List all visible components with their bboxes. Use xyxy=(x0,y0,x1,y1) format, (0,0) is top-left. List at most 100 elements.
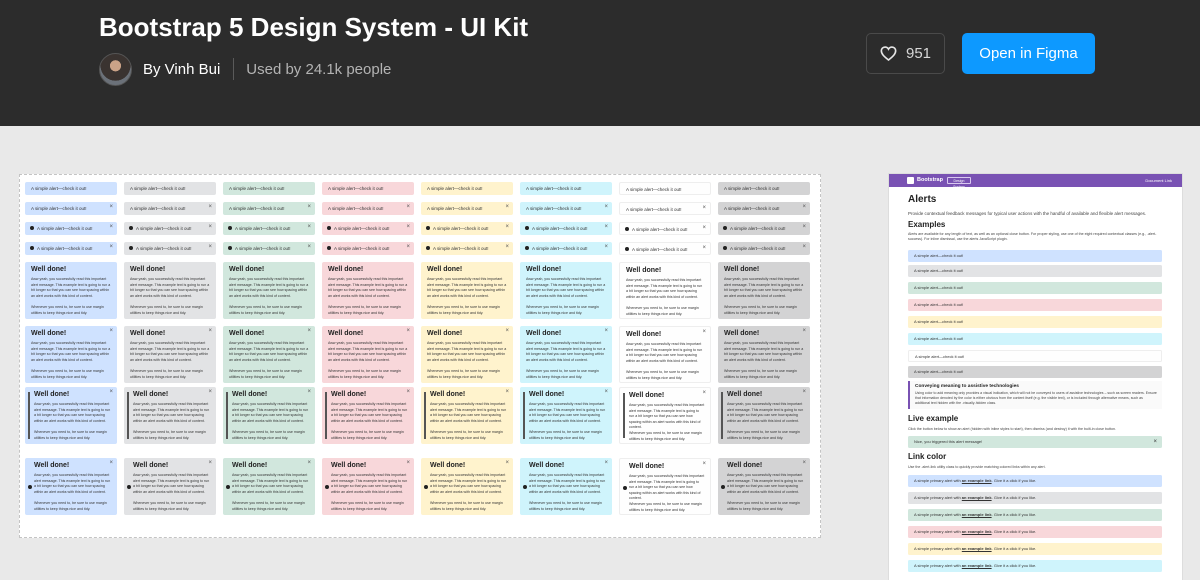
alert-well-done[interactable]: Well done! Aww yeah, you successfully rea… xyxy=(25,387,117,444)
alert-simple[interactable]: A simple alert—check it out! × xyxy=(25,242,117,255)
close-icon[interactable]: × xyxy=(208,224,212,230)
close-icon[interactable]: × xyxy=(505,389,509,395)
alert-link[interactable]: an example link xyxy=(962,546,992,551)
close-icon[interactable]: × xyxy=(505,328,509,334)
close-icon[interactable]: × xyxy=(604,328,608,334)
close-icon[interactable]: × xyxy=(604,204,608,210)
close-icon[interactable]: × xyxy=(208,204,212,210)
close-icon[interactable]: × xyxy=(208,328,212,334)
alert-well-done[interactable]: Well done! Aww yeah, you successfully rea… xyxy=(718,458,810,515)
close-icon[interactable]: × xyxy=(109,389,113,395)
close-icon[interactable]: × xyxy=(604,389,608,395)
alert-well-done[interactable]: Well done! Aww yeah, you successfully rea… xyxy=(124,262,216,319)
close-icon[interactable]: × xyxy=(307,460,311,466)
alert-well-done[interactable]: Well done! Aww yeah, you successfully rea… xyxy=(421,458,513,515)
alert-simple[interactable]: A simple alert—check it out! × xyxy=(520,202,612,215)
close-icon[interactable]: × xyxy=(802,244,806,250)
close-icon[interactable]: × xyxy=(307,389,311,395)
close-icon[interactable]: × xyxy=(208,389,212,395)
close-icon[interactable]: × xyxy=(505,244,509,250)
like-button[interactable]: 951 xyxy=(866,33,945,74)
close-icon[interactable]: × xyxy=(109,460,113,466)
alert-well-done[interactable]: Well done! Aww yeah, you successfully rea… xyxy=(718,326,810,383)
close-icon[interactable]: × xyxy=(702,329,706,335)
avatar[interactable] xyxy=(99,52,132,86)
alert-well-done[interactable]: Well done! Aww yeah, you successfully rea… xyxy=(520,458,612,515)
close-icon[interactable]: × xyxy=(702,390,706,396)
close-icon[interactable]: × xyxy=(307,328,311,334)
alert-simple[interactable]: A simple alert—check it out! × xyxy=(322,222,414,235)
close-icon[interactable]: × xyxy=(109,204,113,210)
alert-simple[interactable]: A simple alert—check it out! × xyxy=(718,242,810,255)
alert-well-done[interactable]: Well done! Aww yeah, you successfully rea… xyxy=(25,262,117,319)
alert-well-done[interactable]: Well done! Aww yeah, you successfully rea… xyxy=(322,458,414,515)
alert-link[interactable]: an example link xyxy=(962,529,992,534)
close-icon[interactable]: × xyxy=(109,224,113,230)
close-icon[interactable]: × xyxy=(406,328,410,334)
documentation-preview[interactable]: Bootstrap Design System Document Link Al… xyxy=(889,174,1182,580)
alert-link[interactable]: an example link xyxy=(962,478,992,483)
alert-simple[interactable]: A simple alert—check it out! × xyxy=(421,222,513,235)
alert-simple[interactable]: A simple alert—check it out! xyxy=(520,182,612,195)
close-icon[interactable]: × xyxy=(604,224,608,230)
close-icon[interactable]: × xyxy=(702,205,706,211)
alert-well-done[interactable]: Well done! Aww yeah, you successfully rea… xyxy=(718,262,810,319)
alert-well-done[interactable]: Well done! Aww yeah, you successfully rea… xyxy=(223,326,315,383)
close-icon[interactable]: × xyxy=(702,225,706,231)
alert-well-done[interactable]: Well done! Aww yeah, you successfully rea… xyxy=(520,262,612,319)
close-icon[interactable]: × xyxy=(208,244,212,250)
close-icon[interactable]: × xyxy=(802,389,806,395)
alert-well-done[interactable]: Well done! Aww yeah, you successfully rea… xyxy=(421,262,513,319)
alert-well-done[interactable]: Well done! Aww yeah, you successfully rea… xyxy=(124,458,216,515)
alert-well-done[interactable]: Well done! Aww yeah, you successfully rea… xyxy=(322,326,414,383)
alert-simple[interactable]: A simple alert—check it out! xyxy=(619,182,711,195)
alert-link[interactable]: an example link xyxy=(962,512,992,517)
alert-simple[interactable]: A simple alert—check it out! × xyxy=(223,242,315,255)
alert-well-done[interactable]: Well done! Aww yeah, you successfully rea… xyxy=(619,458,711,515)
alert-simple[interactable]: A simple alert—check it out! xyxy=(421,182,513,195)
close-icon[interactable]: × xyxy=(307,204,311,210)
alert-simple[interactable]: A simple alert—check it out! xyxy=(322,182,414,195)
alert-well-done[interactable]: Well done! Aww yeah, you successfully rea… xyxy=(124,387,216,444)
alert-well-done[interactable]: Well done! Aww yeah, you successfully rea… xyxy=(718,387,810,444)
close-icon[interactable]: × xyxy=(406,460,410,466)
alert-simple[interactable]: A simple alert—check it out! × xyxy=(619,242,711,255)
open-in-figma-button[interactable]: Open in Figma xyxy=(962,33,1095,74)
alert-well-done[interactable]: Well done! Aww yeah, you successfully rea… xyxy=(223,458,315,515)
alert-simple[interactable]: A simple alert—check it out! × xyxy=(520,222,612,235)
alert-simple[interactable]: A simple alert—check it out! × xyxy=(421,202,513,215)
alert-well-done[interactable]: Well done! Aww yeah, you successfully rea… xyxy=(322,262,414,319)
close-icon[interactable]: × xyxy=(505,224,509,230)
close-icon[interactable]: × xyxy=(702,245,706,251)
close-icon[interactable]: × xyxy=(406,389,410,395)
alert-simple[interactable]: A simple alert—check it out! × xyxy=(619,202,711,215)
alert-simple[interactable]: A simple alert—check it out! xyxy=(223,182,315,195)
close-icon[interactable]: × xyxy=(604,244,608,250)
alert-simple[interactable]: A simple alert—check it out! × xyxy=(124,222,216,235)
alert-link[interactable]: an example link xyxy=(962,563,992,568)
alert-well-done[interactable]: Well done! Aww yeah, you successfully rea… xyxy=(421,326,513,383)
alert-simple[interactable]: A simple alert—check it out! xyxy=(718,182,810,195)
close-icon[interactable]: × xyxy=(406,224,410,230)
alert-simple[interactable]: A simple alert—check it out! × xyxy=(322,202,414,215)
alert-simple[interactable]: A simple alert—check it out! xyxy=(25,182,117,195)
close-icon[interactable]: × xyxy=(307,244,311,250)
close-icon[interactable]: × xyxy=(802,328,806,334)
close-icon[interactable]: × xyxy=(109,328,113,334)
alert-well-done[interactable]: Well done! Aww yeah, you successfully rea… xyxy=(520,326,612,383)
alert-simple[interactable]: A simple alert—check it out! × xyxy=(718,202,810,215)
alert-simple[interactable]: A simple alert—check it out! × xyxy=(520,242,612,255)
alert-well-done[interactable]: Well done! Aww yeah, you successfully rea… xyxy=(124,326,216,383)
alert-well-done[interactable]: Well done! Aww yeah, you successfully rea… xyxy=(25,458,117,515)
close-icon[interactable]: × xyxy=(406,204,410,210)
components-canvas-preview[interactable]: A simple alert—check it out! A simple ale… xyxy=(19,174,821,538)
close-icon[interactable]: × xyxy=(505,460,509,466)
close-icon[interactable]: × xyxy=(307,224,311,230)
close-icon[interactable]: × xyxy=(802,204,806,210)
alert-simple[interactable]: A simple alert—check it out! × xyxy=(124,202,216,215)
alert-simple[interactable]: A simple alert—check it out! × xyxy=(25,222,117,235)
close-icon[interactable]: × xyxy=(406,244,410,250)
alert-simple[interactable]: A simple alert—check it out! × xyxy=(322,242,414,255)
alert-simple[interactable]: A simple alert—check it out! xyxy=(124,182,216,195)
author-link[interactable]: By Vinh Bui xyxy=(143,61,220,78)
